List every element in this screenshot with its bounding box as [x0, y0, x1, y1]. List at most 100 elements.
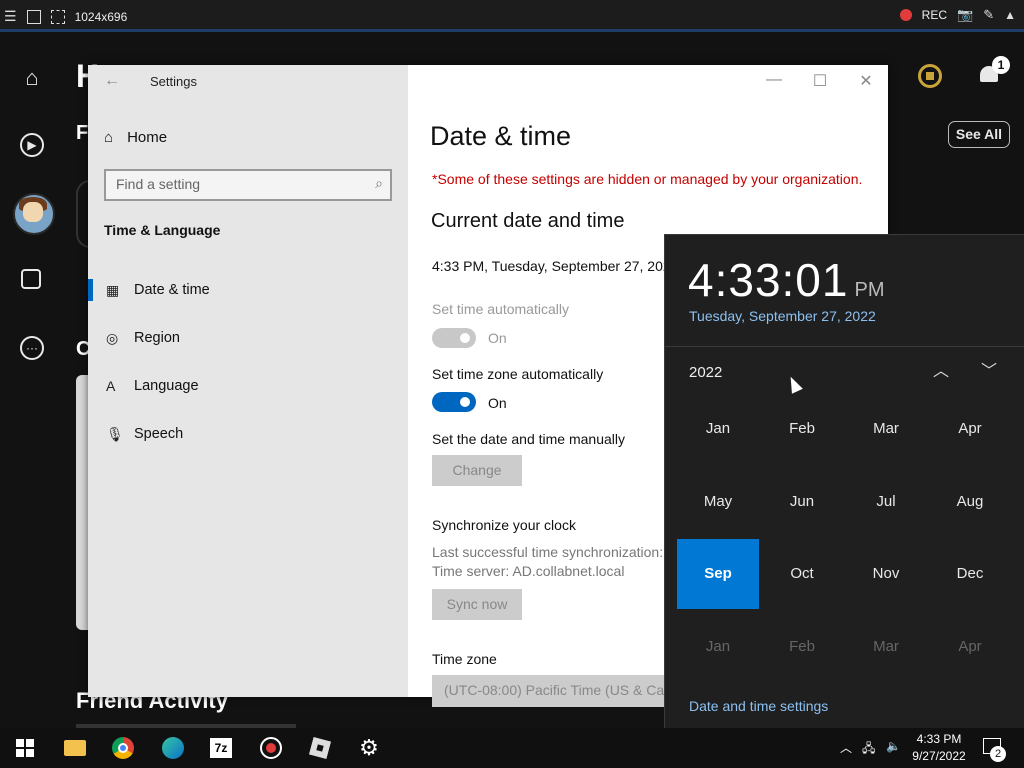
month-cell-next-year[interactable]: Mar [845, 612, 927, 682]
month-cell[interactable]: Mar [845, 394, 927, 464]
current-datetime-heading: Current date and time [431, 210, 625, 232]
notification-badge: 1 [992, 56, 1010, 74]
7zip-icon[interactable]: 7z [206, 734, 236, 762]
sync-heading: Synchronize your clock [432, 517, 576, 533]
network-icon[interactable]: 🖧 [862, 739, 875, 760]
flyout-clock: 4:33:01 PM [688, 253, 884, 307]
month-cell[interactable]: Nov [845, 539, 927, 609]
flyout-divider [665, 346, 1024, 347]
month-cell-next-year[interactable]: Apr [929, 612, 1011, 682]
month-cell-selected[interactable]: Sep [677, 539, 759, 609]
set-tz-auto-toggle[interactable] [432, 392, 476, 412]
change-button[interactable]: Change [432, 455, 522, 486]
chevron-up-icon[interactable]: ︿ [929, 360, 953, 384]
see-all-button[interactable]: See All [948, 121, 1010, 148]
rec-label[interactable]: REC [922, 8, 947, 22]
sync-server-text: Time server: AD.collabnet.local [432, 563, 625, 579]
roblox-sidebar: ⌂ ▶ ··· [0, 35, 64, 728]
search-icon[interactable]: ⌕ [375, 175, 383, 192]
set-tz-auto-label: Set time zone automatically [432, 366, 604, 382]
record-dot-icon [899, 9, 912, 21]
chat-icon[interactable] [19, 267, 45, 293]
taskbar-date: 9/27/2022 [912, 749, 966, 763]
nav-item-label: Region [134, 330, 180, 346]
7zip-label: 7z [210, 738, 232, 758]
set-tz-auto-state: On [488, 395, 507, 411]
flyout-year[interactable]: 2022 [689, 364, 722, 381]
search-placeholder: Find a setting [116, 176, 201, 192]
window-icon[interactable] [26, 9, 41, 24]
home-icon[interactable]: ⌂ [19, 65, 45, 91]
month-cell-next-year[interactable]: Feb [761, 612, 843, 682]
flyout-time: 4:33:01 [688, 254, 849, 306]
hamburger-menu-icon[interactable]: ☰ [4, 8, 17, 25]
language-icon: A [106, 378, 116, 394]
file-explorer-icon[interactable] [60, 734, 90, 762]
nav-item-date-time[interactable]: ▦ Date & time [88, 270, 408, 310]
more-icon[interactable]: ··· [19, 335, 45, 361]
chevron-down-icon[interactable]: ﹀ [977, 360, 1001, 384]
settings-nav-pane: ← Settings ⌂ Home Find a setting ⌕ Time … [88, 65, 408, 697]
month-cell[interactable]: May [677, 467, 759, 537]
microphone-icon: 🎙 [106, 425, 124, 442]
nav-item-speech[interactable]: 🎙 Speech [88, 414, 408, 454]
search-input[interactable]: Find a setting ⌕ [104, 169, 392, 201]
crop-region-icon[interactable] [50, 9, 65, 24]
home-icon: ⌂ [104, 129, 114, 146]
windows-start-icon[interactable] [10, 734, 40, 762]
month-cell[interactable]: Jan [677, 394, 759, 464]
month-cell[interactable]: Jun [761, 467, 843, 537]
month-cell[interactable]: Apr [929, 394, 1011, 464]
resolution-label: 1024x696 [74, 9, 128, 24]
edge-icon[interactable] [158, 734, 188, 762]
play-icon[interactable]: ▶ [19, 132, 45, 158]
set-time-auto-label: Set time automatically [432, 301, 569, 317]
settings-gear-icon[interactable]: ⚙ [354, 734, 384, 762]
month-cell-next-year[interactable]: Jan [677, 612, 759, 682]
chrome-icon[interactable] [108, 734, 138, 762]
current-datetime-value: 4:33 PM, Tuesday, September 27, 2022 [432, 258, 679, 274]
nav-item-label: Speech [134, 426, 184, 442]
minimize-button[interactable]: — [764, 71, 784, 89]
window-title: Settings [150, 74, 197, 89]
nav-home-label: Home [127, 129, 168, 146]
set-time-auto-state: On [488, 330, 507, 346]
month-cell[interactable]: Dec [929, 539, 1011, 609]
camera-icon[interactable]: 📷 [957, 7, 973, 23]
clock-calendar-flyout: 4:33:01 PM Tuesday, September 27, 2022 20… [664, 234, 1024, 728]
taskbar-clock[interactable]: 4:33 PM 9/27/2022 [900, 731, 978, 765]
timezone-select[interactable]: (UTC-08:00) Pacific Time (US & Canada) [432, 675, 672, 707]
notification-bell-icon[interactable]: 1 [978, 56, 1010, 86]
set-time-auto-toggle[interactable] [432, 328, 476, 348]
calendar-clock-icon: ▦ [106, 281, 120, 298]
month-cell[interactable]: Aug [929, 467, 1011, 537]
recorder-icon[interactable] [256, 734, 286, 762]
month-cell[interactable]: Oct [761, 539, 843, 609]
flyout-ampm: PM [854, 279, 885, 301]
timezone-heading: Time zone [432, 651, 497, 667]
sync-now-button[interactable]: Sync now [432, 589, 522, 620]
date-time-settings-link[interactable]: Date and time settings [689, 698, 828, 714]
policy-warning: *Some of these settings are hidden or ma… [432, 171, 863, 187]
maximize-button[interactable]: ☐ [810, 71, 830, 91]
nav-home[interactable]: ⌂ Home [104, 129, 167, 146]
volume-icon[interactable]: 🔈 [886, 739, 901, 753]
taskbar-time: 4:33 PM [916, 732, 962, 746]
flyout-date-link[interactable]: Tuesday, September 27, 2022 [689, 308, 876, 324]
show-hidden-icons-icon[interactable]: ︿ [840, 739, 852, 756]
back-arrow-icon[interactable]: ← [104, 72, 120, 90]
collapse-icon[interactable]: ▲ [1004, 8, 1016, 22]
friends-heading-partial: F [76, 122, 89, 144]
action-center-badge: 2 [990, 746, 1006, 762]
month-cell[interactable]: Feb [761, 394, 843, 464]
close-button[interactable]: ✕ [856, 71, 876, 91]
month-cell[interactable]: Jul [845, 467, 927, 537]
nav-item-region[interactable]: ◎ Region [88, 318, 408, 358]
robux-icon[interactable] [918, 64, 942, 88]
avatar[interactable] [13, 193, 55, 235]
pen-icon[interactable]: ✎ [983, 7, 994, 23]
globe-icon: ◎ [106, 329, 119, 346]
taskbar: 7z ⚙ ︿ 🖧 🔈 4:33 PM 9/27/2022 2 [0, 728, 1024, 768]
roblox-icon[interactable] [305, 734, 335, 762]
nav-item-language[interactable]: A Language [88, 366, 408, 406]
